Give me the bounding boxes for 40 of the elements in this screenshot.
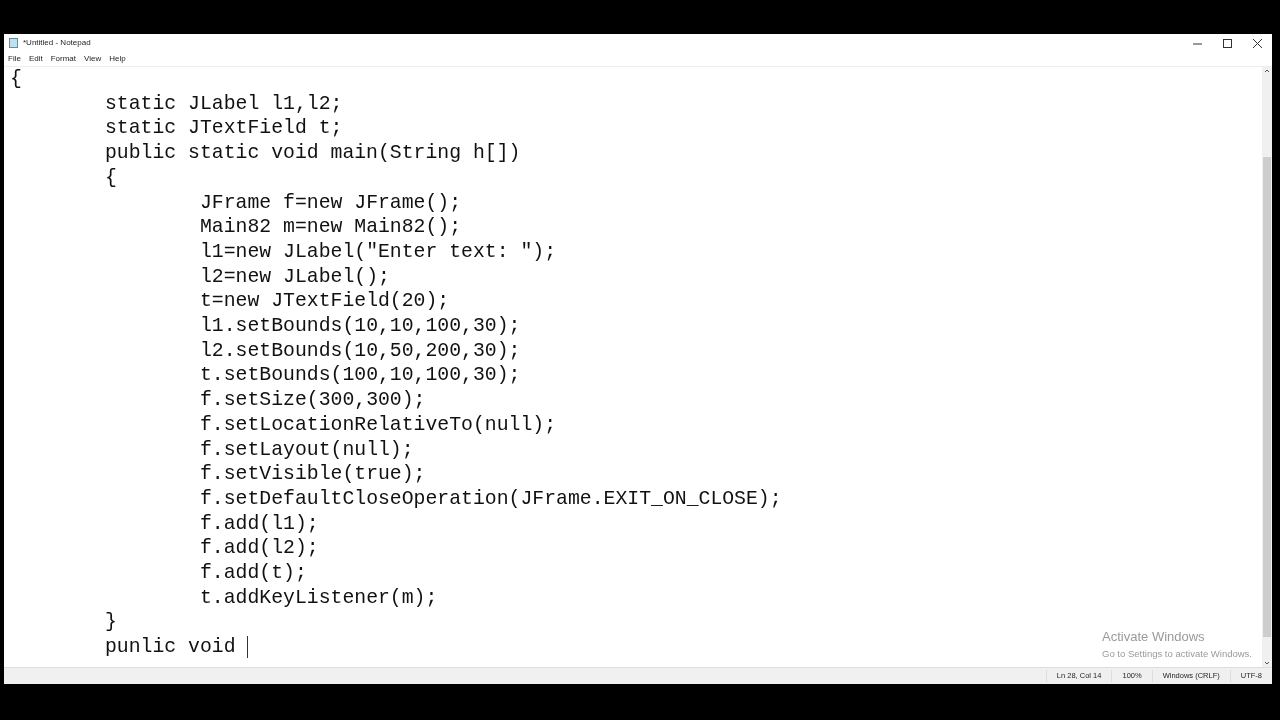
code-line: punlic void: [103, 636, 237, 659]
menu-item[interactable]: Format: [50, 53, 77, 65]
code-line: f.setSize(300,300);: [198, 389, 426, 412]
code-line: JFrame f=new JFrame();: [198, 191, 462, 214]
menu-item[interactable]: Edit: [28, 53, 43, 65]
code-line: f.add(t);: [198, 562, 307, 585]
code-line: l2=new JLabel();: [198, 265, 390, 288]
code-line: f.add(l1);: [198, 512, 319, 535]
code-line: l2.setBounds(10,50,200,30);: [198, 339, 521, 362]
code-line: {: [103, 166, 117, 189]
code-line: f.setVisible(true);: [198, 463, 426, 486]
code-line: f.setLayout(null);: [198, 438, 414, 461]
window-title: *Untitled - Notepad: [23, 37, 91, 49]
scroll-thumb[interactable]: [1263, 157, 1271, 637]
code-line: static JTextField t;: [103, 117, 343, 140]
code-line: Main82 m=new Main82();: [198, 216, 462, 239]
scrollbar[interactable]: [1262, 67, 1272, 667]
code-line: t.addKeyListener(m);: [198, 586, 438, 609]
code-line: f.setDefaultCloseOperation(JFrame.EXIT_ON_CLOSE);: [198, 487, 782, 510]
code-line: {: [10, 68, 22, 90]
notepad-icon: [9, 38, 18, 48]
scroll-up-icon[interactable]: [1262, 67, 1272, 75]
close-icon[interactable]: [1252, 38, 1262, 48]
activation-title: Activate Windows: [1102, 628, 1206, 647]
text-cursor: [247, 635, 249, 658]
menu-item[interactable]: File: [8, 53, 21, 65]
scroll-down-icon[interactable]: [1262, 659, 1272, 667]
code-line: public static void main(String h[]): [103, 142, 521, 165]
code-line: }: [103, 611, 117, 634]
code-line: static JLabel l1,l2;: [103, 92, 343, 115]
menu-item[interactable]: View: [84, 53, 102, 65]
code-line: f.add(l2);: [198, 537, 319, 560]
maximize-icon[interactable]: [1222, 38, 1232, 48]
code-line: l1.setBounds(10,10,100,30);: [198, 315, 521, 338]
code-line: f.setLocationRelativeTo(null);: [198, 413, 557, 436]
menu-item[interactable]: Help: [109, 53, 126, 65]
code-line: l1=new JLabel("Enter text: ");: [198, 240, 557, 263]
activation-subtitle: Go to Settings to activate Windows.: [1102, 646, 1252, 661]
code-line: t.setBounds(100,10,100,30);: [198, 364, 521, 387]
code-line: t=new JTextField(20);: [198, 290, 450, 313]
